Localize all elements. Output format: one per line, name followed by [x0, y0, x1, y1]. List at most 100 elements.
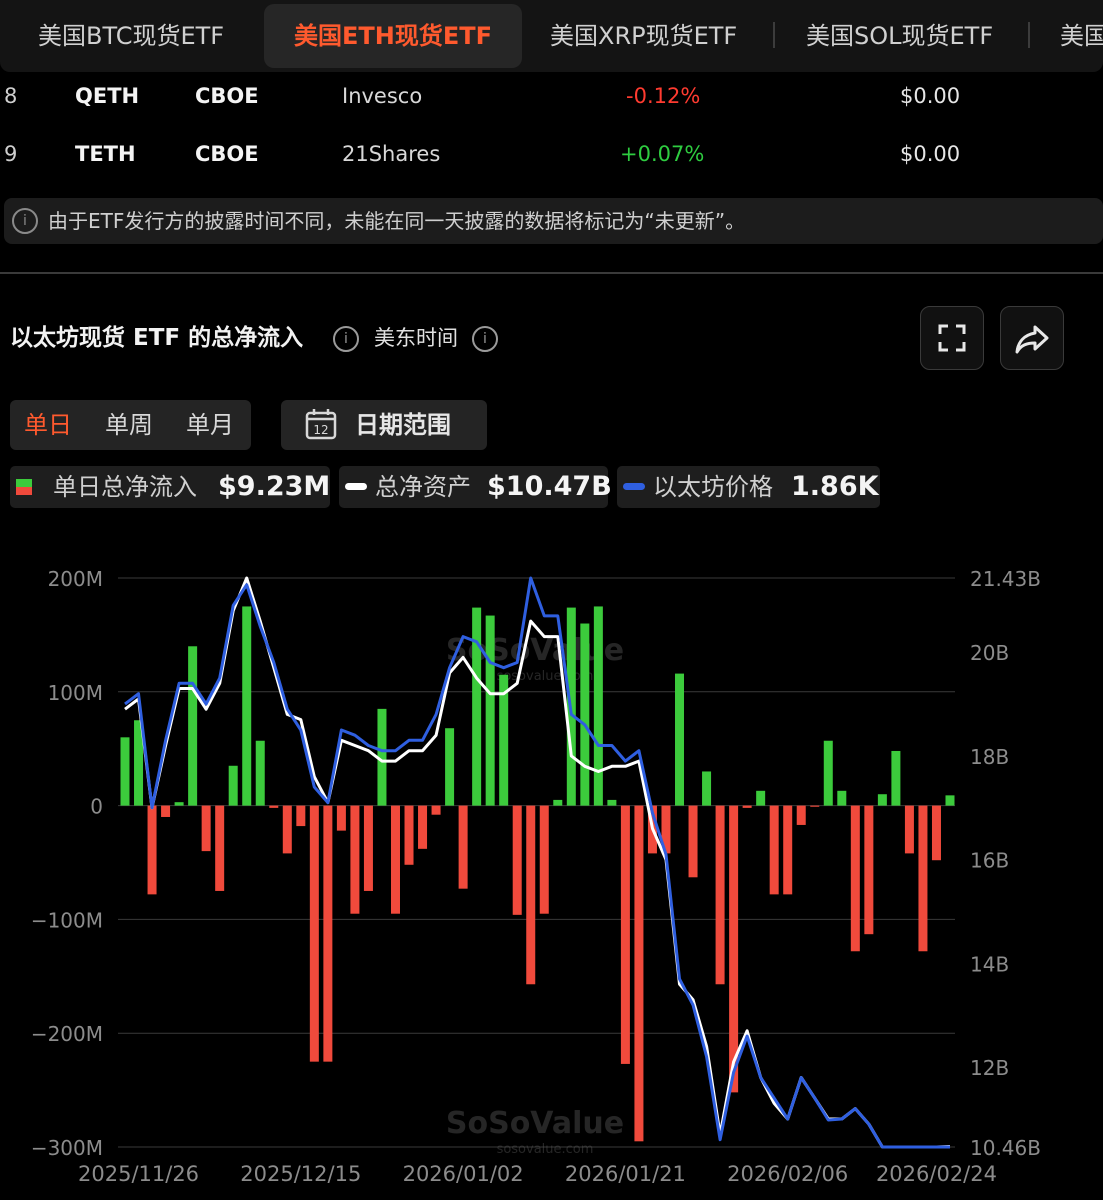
outflow-bar	[161, 805, 171, 817]
period-daily[interactable]: 单日	[24, 400, 72, 450]
timezone-label: 美东时间	[374, 326, 458, 350]
inflow-bar	[445, 728, 455, 806]
outflow-bar	[201, 805, 211, 852]
legend-net-assets[interactable]: 总净资产 $10.47B	[339, 466, 612, 508]
outflow-bar	[512, 805, 522, 915]
calendar-icon-text: 12	[313, 423, 328, 437]
y-tick-label-right: 21.43B	[970, 567, 1041, 591]
outflow-bar	[296, 805, 306, 827]
y-tick-label-left: −300M	[31, 1136, 103, 1160]
outflow-bar	[282, 805, 292, 854]
inflow-bar	[702, 771, 712, 806]
outflow-bar	[769, 805, 779, 895]
row-issuer: Invesco	[342, 84, 423, 108]
outflow-bar	[918, 805, 928, 952]
date-range-button[interactable]: 12 日期范围	[281, 400, 487, 450]
legend-value: 1.86K	[791, 471, 879, 502]
info-icon[interactable]: i	[333, 326, 359, 352]
x-tick-label: 2025/12/15	[240, 1162, 361, 1186]
watermark: SoSoValue	[446, 1106, 624, 1141]
outflow-bar	[904, 805, 914, 854]
row-rank: 9	[4, 142, 18, 166]
section-divider	[0, 272, 1103, 274]
inflow-bar	[877, 794, 887, 806]
legend-label: 以太坊价格	[653, 473, 773, 501]
inflow-bar	[756, 790, 766, 806]
share-button[interactable]	[1000, 306, 1064, 370]
outflow-bar	[931, 805, 941, 861]
outflow-bar	[729, 805, 739, 1093]
inflow-bar	[472, 607, 482, 806]
y-tick-label-right: 14B	[970, 952, 1009, 976]
chart-title: 以太坊现货 ETF 的总净流入	[10, 325, 304, 351]
outflow-bar	[715, 805, 725, 985]
y-tick-label-left: 0	[90, 795, 103, 819]
period-weekly[interactable]: 单周	[105, 400, 153, 450]
outflow-bar	[796, 805, 806, 825]
legend-daily-inflow[interactable]: 单日总净流入 $9.23M	[10, 466, 330, 508]
y-tick-label-right: 18B	[970, 745, 1009, 769]
tab-sol-etf[interactable]: 美国SOL现货ETF	[806, 0, 993, 72]
inflow-bar	[837, 790, 847, 806]
y-tick-label-left: 200M	[48, 567, 103, 591]
legend-eth-price[interactable]: 以太坊价格 1.86K	[617, 466, 880, 508]
assets-swatch	[345, 483, 367, 490]
row-rank: 8	[4, 84, 18, 108]
share-icon	[1015, 325, 1049, 354]
y-tick-label-right: 10.46B	[970, 1136, 1041, 1160]
tab-btc-etf[interactable]: 美国BTC现货ETF	[38, 0, 224, 72]
row-ticker: TETH	[75, 142, 136, 166]
inflow-bar	[553, 799, 563, 806]
outflow-bar	[269, 805, 279, 808]
tab-more-etf[interactable]: 美国	[1060, 0, 1103, 72]
outflow-bar	[404, 805, 414, 865]
y-tick-label-right: 20B	[970, 641, 1009, 665]
outflow-bar	[742, 805, 752, 808]
outflow-bar	[634, 805, 644, 1142]
inflow-bar	[607, 799, 617, 806]
x-tick-label: 2026/01/21	[565, 1162, 686, 1186]
info-icon[interactable]: i	[472, 326, 498, 352]
outflow-bar	[390, 805, 400, 914]
outflow-bar	[336, 805, 346, 831]
date-range-label: 日期范围	[355, 411, 451, 439]
inflow-bar	[242, 606, 252, 806]
y-tick-label-right: 16B	[970, 849, 1009, 873]
fullscreen-button[interactable]	[920, 306, 984, 370]
x-tick-label: 2026/02/24	[876, 1162, 997, 1186]
outflow-bar	[864, 805, 874, 935]
inflow-bar	[485, 615, 495, 806]
legend-label: 总净资产	[375, 473, 471, 501]
row-value: $0.00	[900, 142, 961, 166]
inflow-bar	[188, 646, 198, 806]
notice-text: 由于ETF发行方的披露时间不同，未能在同一天披露的数据将标记为“未更新”。	[48, 209, 746, 233]
tab-separator	[1028, 22, 1030, 48]
price-swatch	[623, 483, 645, 490]
table-row[interactable]: 9 TETH CBOE 21Shares +0.07% $0.00	[0, 125, 1103, 183]
row-exchange: CBOE	[195, 142, 259, 166]
y-tick-label-right: 12B	[970, 1056, 1009, 1080]
row-change: +0.07%	[620, 142, 705, 166]
tab-xrp-etf[interactable]: 美国XRP现货ETF	[550, 0, 737, 72]
outflow-bar	[458, 805, 468, 889]
x-tick-label: 2026/01/02	[403, 1162, 524, 1186]
outflow-bar	[539, 805, 549, 914]
row-exchange: CBOE	[195, 84, 259, 108]
outflow-bar	[431, 805, 441, 815]
outflow-bar	[783, 805, 793, 895]
row-change: -0.12%	[626, 84, 701, 108]
period-monthly[interactable]: 单月	[186, 400, 234, 450]
y-tick-label-left: 100M	[48, 681, 103, 705]
inflow-bar	[675, 673, 685, 806]
table-row[interactable]: 8 QETH CBOE Invesco -0.12% $0.00	[0, 67, 1103, 125]
outflow-bar	[215, 805, 225, 891]
inflow-bar	[120, 737, 130, 806]
legend-value: $9.23M	[218, 471, 331, 502]
x-tick-label: 2026/02/06	[727, 1162, 848, 1186]
inflow-bar	[174, 802, 184, 806]
tab-eth-etf[interactable]: 美国ETH现货ETF	[264, 4, 523, 68]
row-value: $0.00	[900, 84, 961, 108]
etf-tab-bar: 美国BTC现货ETF 美国ETH现货ETF 美国XRP现货ETF 美国SOL现货…	[0, 0, 1103, 72]
outflow-bar	[850, 805, 860, 952]
legend-label: 单日总净流入	[53, 473, 197, 501]
